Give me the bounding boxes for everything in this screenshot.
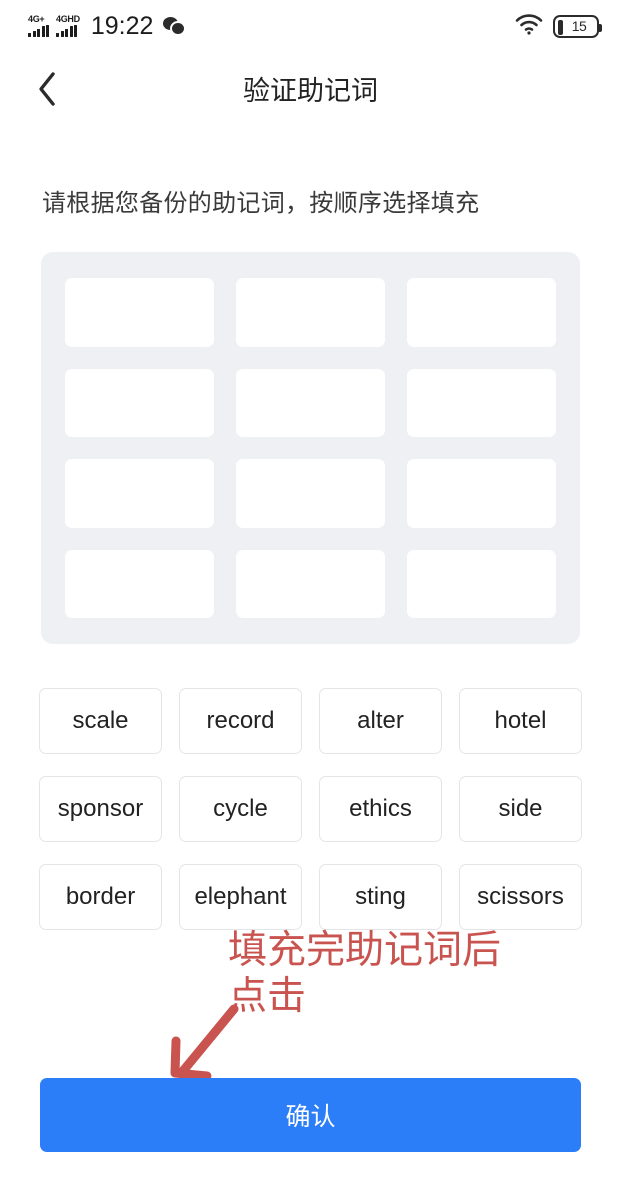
phone-screen: 4G+ 4GHD 19:22 15 验证助记词 请根据您备份的助记词，按顺序选择… bbox=[0, 0, 621, 1177]
word-chip[interactable]: scale bbox=[39, 688, 162, 754]
signal-indicator-primary: 4G+ bbox=[28, 15, 49, 37]
word-chip[interactable]: record bbox=[179, 688, 302, 754]
signal-bars-primary-icon bbox=[28, 25, 49, 37]
word-chip[interactable]: elephant bbox=[179, 864, 302, 930]
mnemonic-slot[interactable] bbox=[236, 549, 385, 618]
mnemonic-slot[interactable] bbox=[407, 549, 556, 618]
confirm-button[interactable]: 确认 bbox=[40, 1078, 581, 1152]
mnemonic-slot[interactable] bbox=[407, 278, 556, 347]
annotation-text: 填充完助记词后 点击 bbox=[228, 929, 502, 1019]
battery-level-label: 15 bbox=[571, 18, 587, 34]
network-type-label-secondary: 4GHD bbox=[56, 14, 80, 24]
signal-bars-secondary-icon bbox=[56, 25, 77, 37]
wechat-icon bbox=[163, 16, 185, 36]
word-chip[interactable]: side bbox=[459, 776, 582, 842]
status-bar: 4G+ 4GHD 19:22 15 bbox=[0, 0, 621, 52]
mnemonic-slot[interactable] bbox=[236, 278, 385, 347]
status-bar-right: 15 bbox=[515, 13, 602, 40]
word-chip[interactable]: alter bbox=[319, 688, 442, 754]
signal-indicator-secondary: 4GHD bbox=[56, 15, 80, 37]
mnemonic-slot[interactable] bbox=[65, 278, 214, 347]
word-chip[interactable]: border bbox=[39, 864, 162, 930]
wifi-icon bbox=[515, 13, 543, 40]
page-title: 验证助记词 bbox=[243, 76, 378, 106]
status-bar-clock: 19:22 bbox=[90, 11, 154, 40]
mnemonic-slot[interactable] bbox=[407, 459, 556, 528]
network-type-label-primary: 4G+ bbox=[28, 14, 45, 24]
word-chip[interactable]: sting bbox=[319, 864, 442, 930]
mnemonic-slot[interactable] bbox=[65, 368, 214, 437]
word-chip[interactable]: hotel bbox=[459, 688, 582, 754]
word-chip[interactable]: scissors bbox=[459, 864, 582, 930]
word-chip[interactable]: cycle bbox=[179, 776, 302, 842]
mnemonic-slot-panel bbox=[41, 252, 580, 644]
mnemonic-slot[interactable] bbox=[236, 368, 385, 437]
mnemonic-slot[interactable] bbox=[236, 459, 385, 528]
app-header: 验证助记词 bbox=[0, 57, 621, 125]
mnemonic-slot[interactable] bbox=[407, 368, 556, 437]
mnemonic-slot[interactable] bbox=[65, 549, 214, 618]
battery-icon: 15 bbox=[553, 14, 602, 38]
instruction-text: 请根据您备份的助记词，按顺序选择填充 bbox=[42, 190, 480, 217]
word-chip[interactable]: sponsor bbox=[39, 776, 162, 842]
word-bank-grid: scale record alter hotel sponsor cycle e… bbox=[39, 688, 582, 930]
word-chip[interactable]: ethics bbox=[319, 776, 442, 842]
status-bar-left: 4G+ 4GHD 19:22 bbox=[28, 12, 185, 41]
mnemonic-slot[interactable] bbox=[65, 459, 214, 528]
